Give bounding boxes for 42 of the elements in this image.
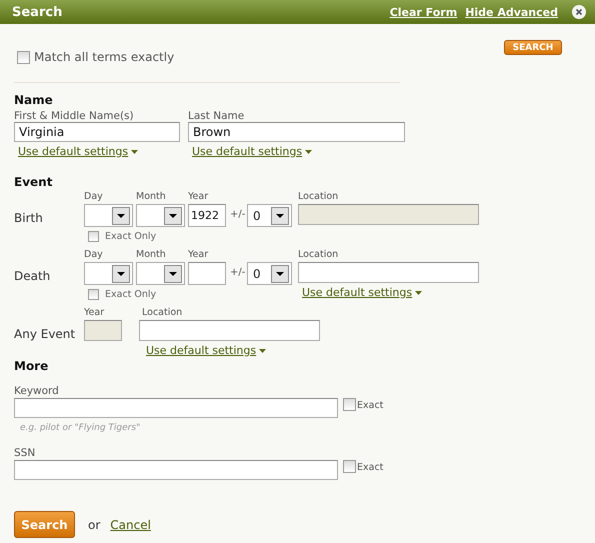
panel-title: Search [12, 4, 62, 20]
field-label: Day [84, 249, 104, 262]
text-field[interactable]: Virginia [14, 122, 180, 142]
field-label: Keyword [14, 385, 60, 397]
default-settings-link[interactable]: Use default settings [146, 344, 256, 357]
header-link[interactable]: Hide Advanced [465, 6, 558, 18]
field-label: Location [298, 191, 340, 204]
field-label: Day [84, 191, 104, 204]
checkbox-label: Exact Only [105, 289, 156, 300]
year-field[interactable]: 1922 [188, 204, 226, 227]
field-label: Year [188, 249, 210, 262]
checkbox-label: Exact [357, 400, 384, 411]
section-heading: More [14, 359, 50, 373]
field-label: Last Name [188, 110, 246, 122]
checkbox-label: Exact [357, 462, 384, 473]
field-label: Month [136, 191, 167, 204]
event-label: Any Event [14, 327, 76, 341]
cancel-link[interactable]: Cancel [110, 518, 151, 532]
field-label: First & Middle Name(s) [14, 110, 135, 122]
field-label: SSN [14, 447, 36, 459]
field-label: Location [298, 249, 340, 262]
or-text: or [88, 518, 100, 532]
event-label: Birth [14, 211, 44, 225]
event-label: Death [14, 269, 52, 283]
checkbox-label: Exact Only [105, 231, 156, 242]
default-settings-link[interactable]: Use default settings [18, 145, 128, 158]
default-settings-link[interactable]: Use default settings [302, 286, 412, 299]
text-field[interactable]: Brown [188, 122, 405, 142]
range-label: +/- [230, 209, 245, 220]
field-label: Year [84, 307, 106, 320]
hint-text: e.g. pilot or "Flying Tigers" [20, 423, 142, 433]
dropdown[interactable]: 0 [247, 262, 292, 285]
header-link[interactable]: Clear Form [390, 6, 458, 18]
range-label: +/- [230, 267, 245, 278]
field-label: Location [142, 307, 184, 320]
section-heading: Name [14, 93, 54, 107]
field-label: Year [188, 191, 210, 204]
section-heading: Event [14, 175, 54, 189]
checkbox-label: Match all terms exactly [34, 50, 174, 64]
default-settings-link[interactable]: Use default settings [192, 145, 302, 158]
field-label: Month [136, 249, 167, 262]
dropdown[interactable]: 0 [247, 204, 292, 227]
